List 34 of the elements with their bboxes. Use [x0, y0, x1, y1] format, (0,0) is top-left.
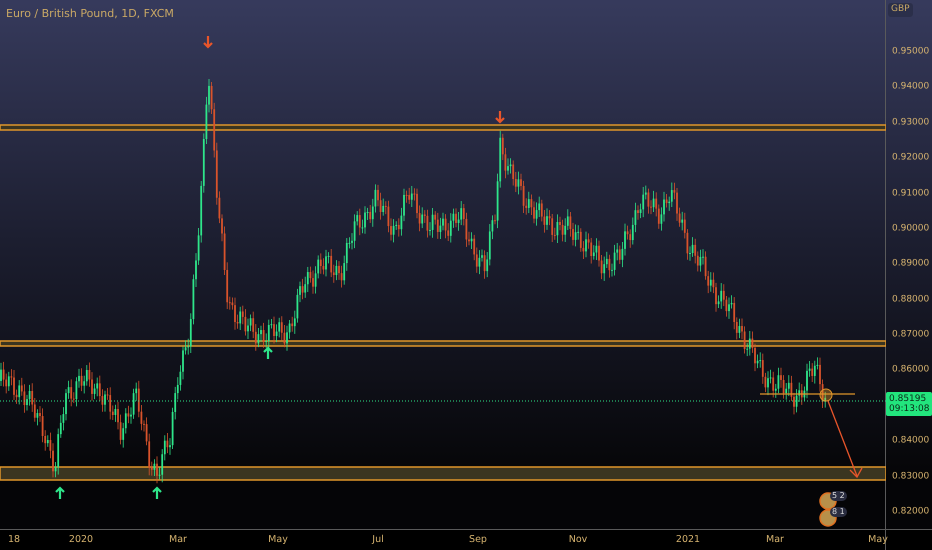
time-tick-label: 2021	[676, 533, 700, 547]
price-tick-label: 0.91000	[892, 186, 930, 200]
time-tick-label: Jul	[372, 533, 384, 547]
price-tick-label: 0.84000	[892, 434, 930, 448]
time-tick-label: Nov	[568, 533, 588, 547]
price-tick-label: 0.82000	[892, 505, 930, 518]
time-tick-label: Mar	[766, 533, 784, 547]
price-tick-label: 0.87000	[892, 328, 930, 342]
time-tick-label: May	[868, 533, 888, 547]
up-arrow-icon	[55, 486, 65, 499]
badge-count: 5 2	[830, 491, 847, 501]
time-tick-label: 18	[8, 533, 20, 547]
up-arrow-icon	[152, 486, 162, 499]
price-tick-label: 0.88000	[892, 292, 930, 306]
price-tick-label: 0.90000	[892, 222, 930, 236]
time-tick-label: Mar	[169, 533, 187, 547]
price-tick-label: 0.92000	[892, 151, 930, 164]
price-tick-label: 0.86000	[892, 364, 930, 377]
time-tick-label: May	[268, 533, 288, 547]
currency-label: GBP	[888, 3, 913, 16]
down-arrow-icon	[203, 36, 213, 49]
price-tick-label: 0.93000	[892, 116, 930, 129]
time-tick-label: 2020	[68, 533, 94, 547]
badge-count: 8 1	[830, 507, 847, 517]
price-tick-label: 0.83000	[892, 470, 930, 483]
last-price-label: 0.85195 09:13:08	[886, 392, 932, 416]
circle-marker	[820, 388, 832, 402]
time-tick-label: Sep	[469, 533, 487, 547]
down-arrow-icon	[495, 111, 505, 124]
price-tick-label: 0.94000	[892, 80, 930, 94]
price-tick-label: 0.95000	[892, 45, 930, 58]
chart-title: Euro / British Pound, 1D, FXCM	[6, 6, 174, 22]
up-arrow-icon	[263, 346, 273, 359]
price-tick-label: 0.89000	[892, 258, 930, 271]
